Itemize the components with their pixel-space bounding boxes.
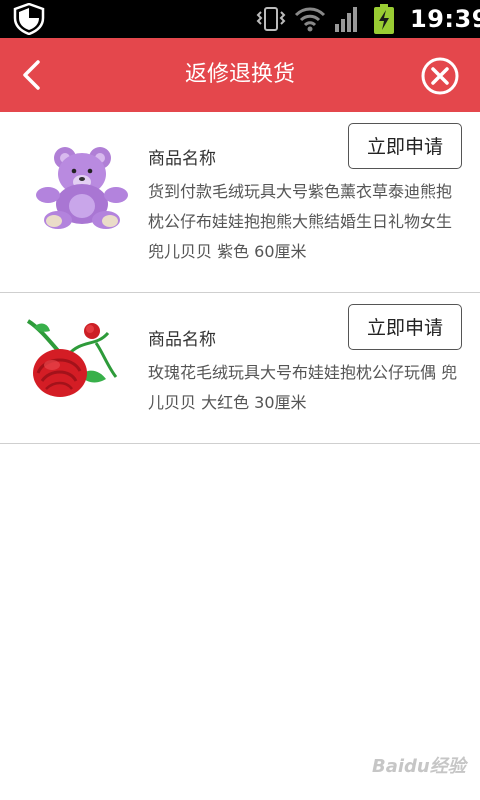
purple-teddy-bear-image (36, 147, 128, 229)
chevron-left-icon[interactable] (14, 56, 52, 94)
red-rose-plush-image (26, 319, 118, 397)
signal-icon (335, 7, 357, 32)
product-description: 货到付款毛绒玩具大号紫色薰衣草泰迪熊抱枕公仔布娃娃抱抱熊大熊结婚生日礼物女生 兜… (148, 182, 453, 261)
vibrate-icon (256, 7, 286, 31)
status-bar: 19:39 (0, 0, 480, 38)
product-description: 玫瑰花毛绒玩具大号布娃娃抱枕公仔玩偶 兜儿贝贝 大红色 30厘米 (148, 363, 458, 412)
wifi-icon (294, 7, 326, 32)
battery-charging-icon (374, 4, 394, 34)
apply-button[interactable]: 立即申请 (348, 304, 462, 350)
watermark-text: Baidu经验 (372, 756, 466, 777)
apply-button[interactable]: 立即申请 (348, 123, 462, 169)
product-name: 商品名称 (148, 149, 216, 169)
status-time: 19:39 (410, 5, 480, 33)
page-title: 返修退换货 (184, 62, 295, 87)
app-header: 返修退换货 (0, 38, 480, 112)
list-item: 商品名称 玫瑰花毛绒玩具大号布娃娃抱枕公仔玩偶 兜儿贝贝 大红色 30厘米 立即… (0, 293, 480, 444)
product-name: 商品名称 (148, 330, 216, 350)
close-circle-icon[interactable] (420, 56, 460, 96)
shield-icon (13, 3, 45, 35)
list-item: 商品名称 货到付款毛绒玩具大号紫色薰衣草泰迪熊抱枕公仔布娃娃抱抱熊大熊结婚生日礼… (0, 112, 480, 293)
